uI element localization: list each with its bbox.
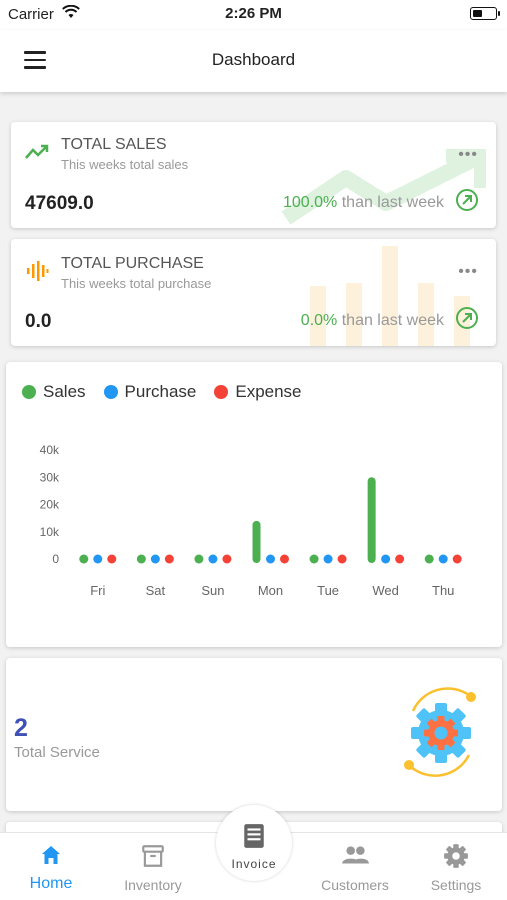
tab-customers[interactable]: Customers — [305, 843, 405, 893]
purchase-change: 0.0% than last week — [301, 312, 444, 330]
total-sales-card[interactable]: TOTAL SALES This weeks total sales ••• 4… — [11, 122, 496, 228]
bar-purchase-mon[interactable] — [266, 554, 275, 564]
y-tick-label: 20k — [40, 498, 60, 512]
battery-icon — [470, 7, 500, 20]
tab-settings[interactable]: Settings — [406, 843, 506, 893]
y-tick-label: 10k — [40, 525, 60, 539]
x-tick-label: Fri — [90, 583, 105, 598]
y-tick-label: 0 — [52, 552, 59, 566]
home-icon — [42, 846, 60, 864]
total-service-card[interactable]: 2 Total Service — [6, 658, 502, 811]
purchase-watermark-graphic — [310, 246, 470, 346]
bar-purchase-sat[interactable] — [150, 554, 160, 564]
equalizer-icon — [27, 261, 49, 281]
bar-expense-sat[interactable] — [164, 554, 174, 564]
receipt-icon — [244, 824, 264, 848]
sales-change-pct: 100.0% — [283, 194, 338, 211]
bar-purchase-tue[interactable] — [323, 554, 333, 564]
sales-change-text: than last week — [341, 194, 444, 211]
x-tick-label: Wed — [372, 583, 399, 598]
clock-time: 2:26 PM — [225, 5, 282, 22]
bar-expense-thu[interactable] — [452, 554, 462, 564]
tab-settings-label: Settings — [430, 877, 482, 893]
tab-home[interactable]: Home — [1, 843, 101, 893]
sales-subtitle: This weeks total sales — [61, 157, 189, 172]
sales-value: 47609.0 — [25, 193, 94, 214]
tab-home-label: Home — [29, 875, 73, 892]
tab-invoice-label: Invoice — [231, 857, 277, 871]
x-tick-label: Mon — [258, 583, 283, 598]
y-tick-label: 40k — [40, 443, 60, 457]
purchase-more-icon[interactable]: ••• — [458, 263, 478, 281]
tab-inventory[interactable]: Inventory — [103, 843, 203, 893]
arrow-up-right-icon — [456, 307, 478, 329]
bar-chart: 0 10k 20k 30k 40k Fri Sat Sun Mon Tue Wed Thu — [40, 443, 462, 598]
settings-gear-icon — [404, 687, 476, 777]
bar-sales-mon[interactable] — [252, 520, 261, 563]
gear-icon — [444, 844, 468, 868]
app-header: Dashboard — [0, 30, 507, 92]
purchase-change-pct: 0.0% — [300, 312, 338, 329]
bar-sales-fri[interactable] — [79, 554, 89, 564]
y-tick-label: 30k — [40, 470, 60, 484]
page-title: Dashboard — [211, 50, 296, 69]
purchase-value: 0.0 — [25, 311, 52, 332]
bar-sales-thu[interactable] — [424, 554, 434, 564]
sales-change: 100.0% than last week — [283, 194, 444, 212]
tab-invoice[interactable]: Invoice — [216, 805, 292, 881]
sales-title: TOTAL SALES — [61, 136, 167, 153]
people-icon — [342, 846, 369, 864]
bar-purchase-wed[interactable] — [381, 554, 391, 564]
tab-inventory-label: Inventory — [124, 877, 182, 893]
purchase-change-text: than last week — [341, 312, 444, 329]
purchase-title: TOTAL PURCHASE — [61, 255, 204, 272]
trending-up-icon — [25, 144, 49, 159]
x-tick-label: Sun — [201, 583, 224, 598]
bar-expense-fri[interactable] — [107, 554, 117, 564]
bar-purchase-thu[interactable] — [438, 554, 448, 564]
bar-sales-tue[interactable] — [309, 554, 319, 564]
bar-expense-tue[interactable] — [337, 554, 347, 564]
bar-sales-sat[interactable] — [136, 554, 146, 564]
x-tick-label: Sat — [146, 583, 166, 598]
sales-more-icon[interactable]: ••• — [458, 146, 478, 164]
x-tick-label: Tue — [317, 583, 339, 598]
arrow-up-right-icon — [456, 189, 478, 211]
bar-sales-sun[interactable] — [194, 554, 204, 564]
bar-purchase-sun[interactable] — [208, 554, 218, 564]
purchase-subtitle: This weeks total purchase — [61, 276, 212, 291]
status-bar: Carrier 2:26 PM — [0, 0, 507, 30]
bar-expense-wed[interactable] — [395, 554, 405, 564]
service-count: 2 — [14, 714, 28, 742]
x-tick-label: Thu — [432, 583, 454, 598]
bar-expense-sun[interactable] — [222, 554, 232, 564]
service-label: Total Service — [14, 744, 100, 761]
bar-purchase-fri[interactable] — [93, 554, 103, 564]
total-purchase-card[interactable]: TOTAL PURCHASE This weeks total purchase… — [11, 239, 496, 346]
weekly-chart-card: Sales Purchase Expense 0 10k 20k 30k 40k Fri S… — [6, 362, 502, 647]
tab-customers-label: Customers — [321, 877, 389, 893]
archive-box-icon — [142, 845, 164, 867]
bar-expense-mon[interactable] — [280, 554, 289, 564]
bar-sales-wed[interactable] — [367, 477, 376, 563]
